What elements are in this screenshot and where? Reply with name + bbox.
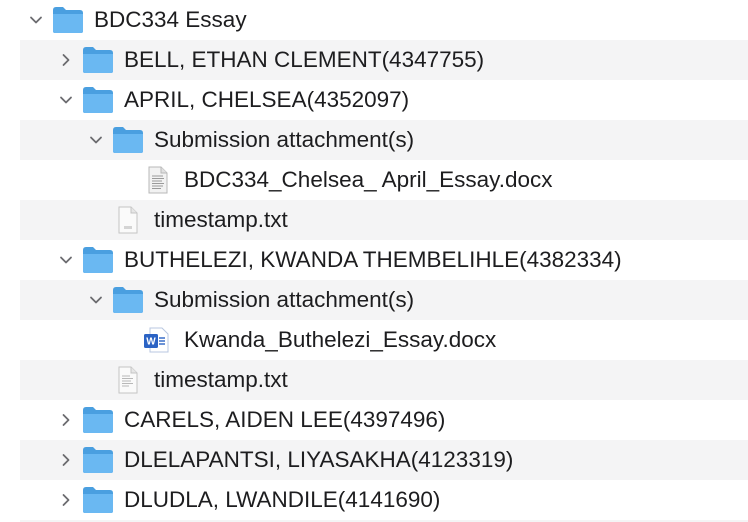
tree-row-label: BELL, ETHAN CLEMENT(4347755) <box>124 47 485 72</box>
chevron-down-icon[interactable] <box>54 248 78 272</box>
folder-icon <box>112 285 144 315</box>
tree-row-label: CARELS, AIDEN LEE(4397496) <box>124 407 446 432</box>
chevron-down-icon[interactable] <box>54 88 78 112</box>
tree-row-folder[interactable]: DLUDLA, LWANDILE(4141690) <box>0 480 748 520</box>
tree-row-label: timestamp.txt <box>154 367 288 392</box>
chevron-right-icon[interactable] <box>54 48 78 72</box>
chevron-right-icon[interactable] <box>54 488 78 512</box>
folder-icon <box>82 85 114 115</box>
folder-icon <box>82 445 114 475</box>
tree-row-folder[interactable]: DLELAPANTSI, LIYASAKHA(4123319) <box>0 440 748 480</box>
word-document-icon: W <box>142 325 172 355</box>
svg-text:W: W <box>146 337 156 348</box>
chevron-right-icon[interactable] <box>54 408 78 432</box>
tree-row-file[interactable]: timestamp.txt <box>0 200 748 240</box>
tree-row-folder[interactable]: Submission attachment(s) <box>0 120 748 160</box>
tree-row-label: Kwanda_Buthelezi_Essay.docx <box>184 327 497 352</box>
folder-icon <box>112 125 144 155</box>
text-file-icon <box>116 365 140 395</box>
tree-row-folder[interactable]: CARELS, AIDEN LEE(4397496) <box>0 400 748 440</box>
folder-icon <box>82 245 114 275</box>
tree-row-label: Submission attachment(s) <box>154 287 415 312</box>
folder-icon <box>82 485 114 515</box>
text-file-icon <box>116 205 140 235</box>
chevron-down-icon[interactable] <box>24 8 48 32</box>
tree-row-label: timestamp.txt <box>154 207 288 232</box>
tree-row-root[interactable]: BDC334 Essay <box>0 0 748 40</box>
tree-row-label: APRIL, CHELSEA(4352097) <box>124 87 410 112</box>
tree-row-file[interactable]: BDC334_Chelsea_ April_Essay.docx <box>0 160 748 200</box>
folder-icon <box>52 5 84 35</box>
tree-row-folder[interactable]: APRIL, CHELSEA(4352097) <box>0 80 748 120</box>
tree-row-label: DLELAPANTSI, LIYASAKHA(4123319) <box>124 447 514 472</box>
tree-row-folder[interactable]: Submission attachment(s) <box>0 280 748 320</box>
tree-row-file[interactable]: W Kwanda_Buthelezi_Essay.docx <box>0 320 748 360</box>
tree-row-label: BUTHELEZI, KWANDA THEMBELIHLE(4382334) <box>124 247 622 272</box>
chevron-down-icon[interactable] <box>84 288 108 312</box>
tree-row-folder[interactable]: BUTHELEZI, KWANDA THEMBELIHLE(4382334) <box>0 240 748 280</box>
tree-row-folder[interactable]: BELL, ETHAN CLEMENT(4347755) <box>0 40 748 80</box>
tree-row-label: Submission attachment(s) <box>154 127 415 152</box>
folder-icon <box>82 45 114 75</box>
tree-row-label: DLUDLA, LWANDILE(4141690) <box>124 487 441 512</box>
tree-row-label: BDC334 Essay <box>94 7 247 32</box>
chevron-right-icon[interactable] <box>54 448 78 472</box>
chevron-down-icon[interactable] <box>84 128 108 152</box>
tree-row-label: BDC334_Chelsea_ April_Essay.docx <box>184 167 553 192</box>
file-tree: BDC334 Essay BELL, ETHAN CLEMENT(4347755… <box>0 0 748 522</box>
document-icon <box>146 165 170 195</box>
folder-icon <box>82 405 114 435</box>
tree-row-file[interactable]: timestamp.txt <box>0 360 748 400</box>
